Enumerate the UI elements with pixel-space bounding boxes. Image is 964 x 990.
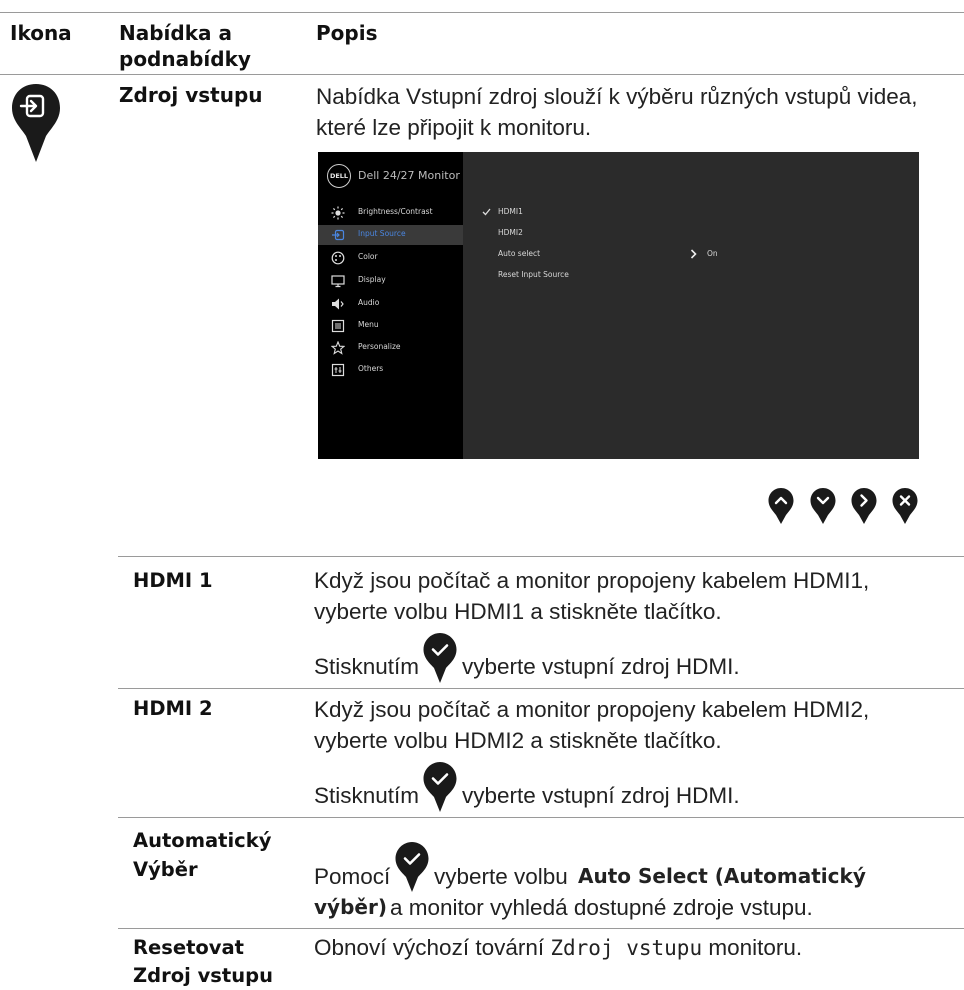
osd-menu-label: Input Source	[358, 229, 406, 238]
osd-menu-input-source[interactable]: Input Source	[318, 225, 463, 245]
osd-option-reset-input[interactable]: Reset Input Source	[498, 270, 569, 279]
select-check-icon	[423, 762, 457, 812]
menu-icon	[331, 319, 345, 333]
top-rule	[0, 12, 964, 13]
row-label-hdmi1: HDMI 1	[133, 569, 213, 592]
down-arrow-icon	[810, 488, 836, 524]
select-check-icon	[395, 842, 429, 892]
row-rule	[118, 688, 964, 689]
row-text-auto-bold1: Auto Select (Automatický	[578, 864, 866, 888]
header-menu: Nabídka a podnabídky	[119, 21, 251, 71]
color-icon	[331, 251, 345, 265]
row-text-hdmi1-line1: Když jsou počítač a monitor propojeny ka…	[314, 568, 870, 593]
row-label-auto-line2: Výběr	[133, 858, 198, 881]
osd-screenshot: DELL Dell 24/27 Monitor Brightness/Contr…	[318, 152, 919, 459]
row-text-reset-pre: Obnoví výchozí tovární	[314, 935, 545, 960]
osd-menu-label: Color	[358, 252, 378, 261]
row-rule	[118, 928, 964, 929]
osd-option-auto-select-value: On	[707, 249, 718, 258]
right-arrow-icon	[851, 488, 877, 524]
row-text-reset: Obnoví výchozí tovární Zdroj vstupu moni…	[314, 932, 802, 964]
osd-menu-display[interactable]: Display	[318, 271, 463, 291]
osd-menu-color[interactable]: Color	[318, 248, 463, 268]
select-check-icon	[423, 633, 457, 683]
osd-menu-label: Display	[358, 275, 386, 284]
row-text-hdmi1-line2: vyberte volbu HDMI1 a stiskněte tlačítko…	[314, 599, 722, 624]
section-title: Zdroj vstupu	[119, 83, 263, 107]
osd-menu-brightness[interactable]: Brightness/Contrast	[318, 203, 463, 223]
osd-menu-label: Menu	[358, 320, 379, 329]
osd-menu-audio[interactable]: Audio	[318, 294, 463, 314]
osd-option-hdmi1[interactable]: HDMI1	[498, 207, 523, 216]
close-icon	[892, 488, 918, 524]
row-label-hdmi2: HDMI 2	[133, 697, 213, 720]
row-text-hdmi2-pre: Stisknutím	[314, 783, 420, 808]
row-text-reset-term: Zdroj vstupu	[550, 936, 703, 960]
osd-menu-label: Others	[358, 364, 384, 373]
row-text-auto-rest: a monitor vyhledá dostupné zdroje vstupu…	[390, 895, 813, 920]
check-icon	[482, 208, 491, 216]
display-icon	[331, 275, 345, 288]
row-rule	[118, 556, 964, 557]
up-arrow-icon	[768, 488, 794, 524]
osd-menu-label: Brightness/Contrast	[358, 207, 433, 216]
osd-menu-others[interactable]: Others	[318, 360, 463, 380]
osd-option-hdmi2[interactable]: HDMI2	[498, 228, 523, 237]
row-text-auto-pre: Pomocí	[314, 864, 391, 889]
osd-sidebar: DELL Dell 24/27 Monitor Brightness/Contr…	[318, 152, 463, 459]
section-intro: Nabídka Vstupní zdroj slouží k výběru rů…	[316, 84, 918, 140]
row-label-auto-line1: Automatický	[133, 829, 272, 852]
row-text-hdmi2-line1: Když jsou počítač a monitor propojeny ka…	[314, 697, 870, 722]
audio-icon	[332, 298, 344, 310]
row-text-hdmi1-pre: Stisknutím	[314, 654, 420, 679]
header-rule	[0, 74, 964, 75]
row-text-auto-bold2: výběr)	[314, 895, 387, 919]
dell-logo: DELL	[327, 164, 351, 188]
header-description: Popis	[316, 21, 378, 45]
row-text-hdmi1-post: vyberte vstupní zdroj HDMI.	[462, 654, 740, 679]
row-text-hdmi2-post: vyberte vstupní zdroj HDMI.	[462, 783, 740, 808]
header-icon: Ikona	[10, 21, 72, 45]
row-rule	[118, 817, 964, 818]
osd-menu-label: Personalize	[358, 342, 401, 351]
osd-menu-menu[interactable]: Menu	[318, 316, 463, 336]
star-icon	[331, 341, 345, 355]
chevron-right-icon	[690, 249, 697, 259]
osd-option-auto-select[interactable]: Auto select	[498, 249, 540, 258]
osd-title: Dell 24/27 Monitor	[358, 169, 460, 182]
others-icon	[331, 363, 345, 377]
row-label-reset-line2: Zdroj vstupu	[133, 964, 273, 987]
row-text-auto-post: vyberte volbu	[434, 864, 568, 889]
osd-menu-personalize[interactable]: Personalize	[318, 338, 463, 358]
input-source-icon	[12, 84, 60, 162]
row-text-reset-post: monitoru.	[708, 935, 803, 960]
osd-menu-label: Audio	[358, 298, 380, 307]
row-label-reset-line1: Resetovat	[133, 936, 244, 959]
row-text-hdmi2-line2: vyberte volbu HDMI2 a stiskněte tlačítko…	[314, 728, 722, 753]
input-source-icon	[332, 229, 345, 241]
brightness-icon	[331, 206, 345, 220]
